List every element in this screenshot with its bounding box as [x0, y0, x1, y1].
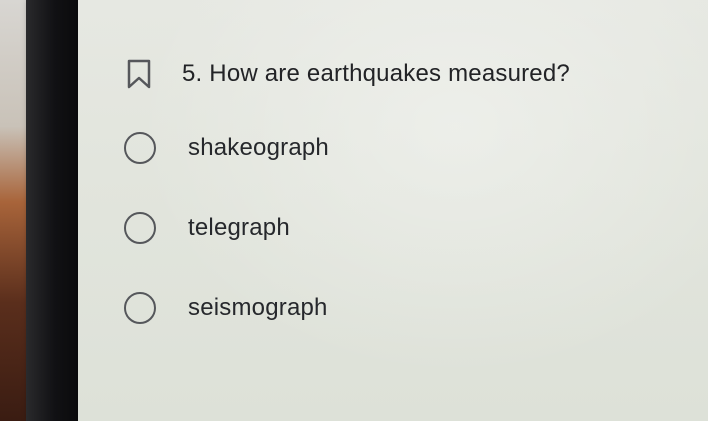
answer-option-telegraph[interactable]: telegraph [124, 208, 290, 248]
answer-option-seismograph[interactable]: seismograph [124, 288, 328, 328]
question-header: 5. How are earthquakes measured? [126, 54, 570, 94]
radio-button[interactable] [124, 292, 156, 324]
answer-option-shakeograph[interactable]: shakeograph [124, 128, 329, 168]
option-label: seismograph [188, 294, 328, 321]
radio-button[interactable] [124, 132, 156, 164]
option-label: telegraph [188, 214, 290, 241]
option-label: shakeograph [188, 134, 329, 161]
question-text: 5. How are earthquakes measured? [182, 60, 570, 87]
bookmark-icon[interactable] [126, 59, 152, 89]
radio-button[interactable] [124, 212, 156, 244]
monitor-bezel [26, 0, 78, 421]
